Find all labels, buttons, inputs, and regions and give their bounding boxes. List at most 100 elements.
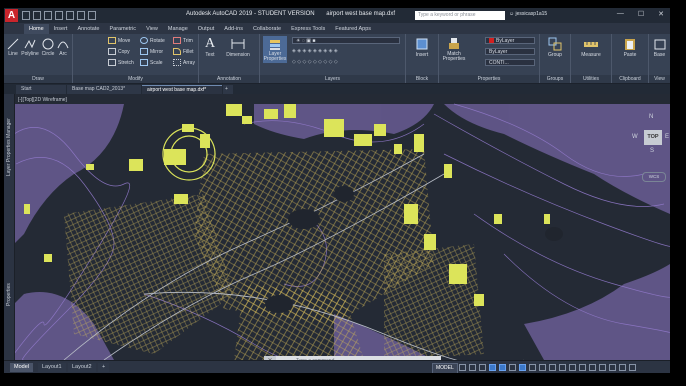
grid-icon[interactable] [459,364,466,371]
view-panel-title[interactable]: View [649,75,670,83]
hardware-acceleration-icon[interactable] [609,364,616,371]
text-tool[interactable]: A Text [201,37,219,59]
paste-tool[interactable]: Paste [618,37,642,58]
annotation-panel-title[interactable]: Annotation [199,75,259,83]
lineweight-dropdown[interactable]: ByLayer [485,48,535,55]
units-icon[interactable] [589,364,596,371]
group-tool[interactable]: Group [543,37,567,58]
open-icon[interactable] [33,11,41,20]
dimension-tool[interactable]: Dimension [221,37,255,58]
tab-insert[interactable]: Insert [49,24,73,34]
save-as-icon[interactable] [55,11,63,20]
tab-add-ins[interactable]: Add-ins [219,24,248,34]
viewcube-west[interactable]: W [632,134,638,140]
object-snap-icon[interactable] [519,364,526,371]
scale-tool[interactable]: Scale [140,59,163,66]
new-tab-button[interactable]: + [223,85,233,94]
move-tool[interactable]: Move [108,37,130,44]
viewport-controls[interactable]: [-][Top][2D Wireframe] [18,97,67,103]
layer-tools-icons: ◈ ◈ ◈ ◈ ◈ ◈ ◈ ◈ ◈ [292,48,338,54]
autocad-logo[interactable]: A [5,9,18,22]
new-icon[interactable] [22,11,30,20]
doc-tab-start[interactable]: Start [16,85,66,94]
layer-dropdown[interactable]: ☀ ◌ ▣ ■ [292,37,400,44]
tab-featured-apps[interactable]: Featured Apps [330,24,376,34]
layer-properties-button[interactable]: Layer Properties [263,36,287,63]
clipboard-panel-title[interactable]: Clipboard [612,75,648,83]
insert-tool[interactable]: Insert [410,37,434,58]
measure-tool[interactable]: Measure [577,37,605,58]
wcs-menu[interactable]: WCS [642,172,666,182]
tab-view[interactable]: View [141,24,163,34]
object-snap-tracking-icon[interactable] [509,364,516,371]
fillet-tool[interactable]: Fillet [173,48,194,55]
maximize-button[interactable]: ☐ [638,10,644,18]
mirror-tool[interactable]: Mirror [140,48,163,55]
layers-panel-title[interactable]: Layers [260,75,405,83]
layout-tab-model[interactable]: Model [10,363,33,372]
layer-tools-row-1[interactable]: ◈ ◈ ◈ ◈ ◈ ◈ ◈ ◈ ◈ [292,48,338,54]
ortho-icon[interactable] [479,364,486,371]
groups-panel-title[interactable]: Groups [540,75,570,83]
viewcube-east[interactable]: E [665,134,669,140]
snap-icon[interactable] [469,364,476,371]
selection-cycling-icon[interactable] [549,364,556,371]
line-tool[interactable]: Line [6,38,20,57]
layout-tab-layout2[interactable]: Layout2 [68,363,96,372]
drawing-canvas[interactable] [4,94,670,360]
match-properties-tool[interactable]: Match Properties [441,37,467,62]
model-space-button[interactable]: MODEL [432,363,458,373]
plot-icon[interactable] [66,11,74,20]
block-panel-title[interactable]: Block [406,75,438,83]
draw-panel-title[interactable]: Draw [4,75,72,83]
arc-tool[interactable]: Arc [56,38,70,57]
undo-icon[interactable] [77,11,85,20]
viewcube-south[interactable]: S [650,148,654,154]
doc-tab-airport-west[interactable]: airport west base map.dxf* [142,85,222,94]
circle-tool[interactable]: Circle [41,38,55,57]
layer-tools-row-2[interactable]: ◇ ◇ ◇ ◇ ◇ ◇ ◇ ◇ ◇ [292,59,338,65]
properties-palette-label[interactable]: Properties [6,283,12,306]
modify-panel-title[interactable]: Modify [73,75,198,83]
properties-panel-title[interactable]: Properties [439,75,539,83]
close-button[interactable]: ✕ [658,10,664,18]
customize-menu-icon[interactable] [629,364,636,371]
tab-output[interactable]: Output [193,24,220,34]
tab-parametric[interactable]: Parametric [104,24,141,34]
clean-screen-icon[interactable] [619,364,626,371]
viewcube-north[interactable]: N [649,114,653,120]
base-tool[interactable]: Base [651,37,668,58]
tab-manage[interactable]: Manage [163,24,193,34]
copy-tool[interactable]: Copy [108,48,130,55]
isodraft-icon[interactable] [499,364,506,371]
polar-icon[interactable] [489,364,496,371]
tab-collaborate[interactable]: Collaborate [248,24,286,34]
color-dropdown[interactable]: ByLayer [485,37,535,44]
tab-express-tools[interactable]: Express Tools [286,24,330,34]
layout-tab-layout1[interactable]: Layout1 [38,363,66,372]
stretch-tool[interactable]: Stretch [108,59,134,66]
viewcube-top[interactable]: TOP [644,130,662,145]
doc-tab-base-map[interactable]: Base map CAD2_2013* [67,85,141,94]
user-account[interactable]: ☺ jessicasp1a15 [509,11,547,17]
array-tool[interactable]: Array [173,59,195,66]
redo-icon[interactable] [88,11,96,20]
minimize-button[interactable]: — [617,10,624,18]
workspace-gear-icon[interactable] [569,364,576,371]
add-layout-button[interactable]: + [98,363,110,372]
lineweight-icon[interactable] [529,364,536,371]
polyline-tool[interactable]: Polyline [21,38,39,57]
utilities-panel-title[interactable]: Utilities [571,75,611,83]
trim-tool[interactable]: Trim [173,37,193,44]
search-input[interactable]: Type a keyword or phrase [415,11,505,20]
transparency-icon[interactable] [539,364,546,371]
rotate-tool[interactable]: Rotate [140,37,165,44]
annotation-scale-icon[interactable] [559,364,566,371]
tab-annotate[interactable]: Annotate [72,24,104,34]
save-icon[interactable] [44,11,52,20]
layer-properties-manager-label[interactable]: Layer Properties Manager [6,118,12,176]
linetype-dropdown[interactable]: CONTI... [485,59,535,66]
tab-home[interactable]: Home [24,23,49,34]
isolate-objects-icon[interactable] [599,364,606,371]
annotation-monitor-icon[interactable] [579,364,586,371]
